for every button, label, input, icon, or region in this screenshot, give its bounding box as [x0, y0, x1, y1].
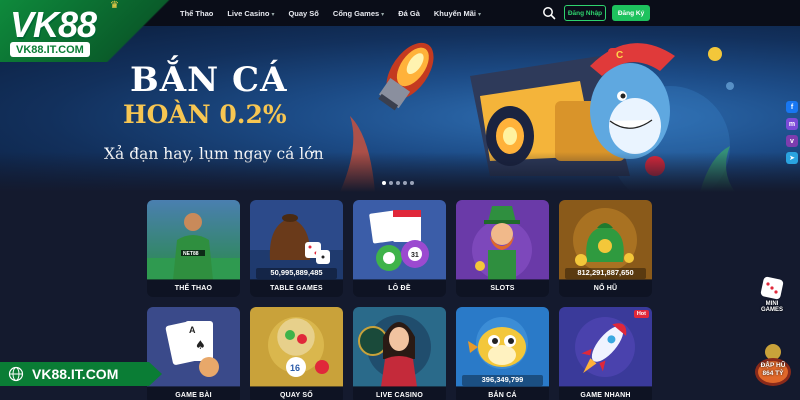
nav-item-quay-so[interactable]: Quay Số — [288, 9, 318, 18]
lottery-balls-image: 31 — [353, 200, 446, 280]
jackpot-counter: 50,995,889,485 — [256, 268, 337, 279]
dap-hu-label: ĐẬP HŨ 864 TỶ — [750, 362, 796, 378]
nav-item-live-casino[interactable]: Live Casino ▾ — [227, 9, 274, 18]
messenger-icon[interactable]: m — [786, 118, 798, 130]
globe-icon — [8, 366, 24, 382]
site-url-bar: VK88.IT.COM — [0, 362, 162, 386]
carousel-dot[interactable] — [396, 181, 400, 185]
svg-text:16: 16 — [290, 363, 300, 373]
nav-item-cong-games[interactable]: Cổng Games ▾ — [333, 9, 384, 18]
logo-url-badge: VK88.IT.COM — [10, 42, 90, 57]
register-button[interactable]: Đăng Ký — [612, 5, 650, 21]
login-button[interactable]: Đăng Nhập — [564, 5, 606, 21]
jackpot-counter: 812,291,887,650 — [565, 268, 646, 279]
nav-label: Cổng Games — [332, 8, 380, 18]
leprechaun-image — [456, 200, 549, 280]
game-card-table-games[interactable]: 50,995,889,485 TABLE GAMES — [250, 200, 343, 297]
live-dealer-image — [353, 307, 446, 387]
game-card-live-casino[interactable]: LIVE CASINO — [353, 307, 446, 400]
chevron-down-icon: ▾ — [271, 11, 275, 18]
nav-item-khuyen-mai[interactable]: Khuyến Mãi ▾ — [434, 9, 481, 18]
dap-hu-amount: 864 TỶ — [762, 370, 784, 377]
game-card-label: THỂ THAO — [147, 279, 240, 297]
carousel-dot[interactable] — [403, 181, 407, 185]
banner-tagline: Xả đạn hay, lụm ngay cá lớn — [104, 145, 324, 163]
game-card-game-bai[interactable]: A ♠ GAME BÀI — [147, 307, 240, 400]
jackpot-counter: 396,349,799 — [462, 375, 543, 386]
banner-title: BẮN CÁ — [130, 60, 288, 100]
logo-text: VK88 — [10, 4, 97, 45]
nav-label: Khuyến Mãi — [433, 8, 476, 18]
svg-text:31: 31 — [411, 252, 419, 259]
site-url-text: VK88.IT.COM — [32, 366, 119, 382]
svg-text:A: A — [189, 325, 196, 335]
telegram-icon[interactable]: ➤ — [786, 152, 798, 164]
shark-cannon-illustration: C — [340, 42, 735, 192]
playing-cards-image: A ♠ — [147, 307, 240, 387]
carousel-dot[interactable] — [389, 181, 393, 185]
game-card-label: LÔ ĐỀ — [353, 279, 446, 297]
chevron-down-icon: ▾ — [381, 11, 385, 18]
game-card-label: BẮN CÁ — [456, 386, 549, 400]
svg-text:♠: ♠ — [195, 338, 206, 352]
search-icon[interactable] — [542, 6, 556, 20]
football-player-image: NET88 — [147, 200, 240, 280]
crown-icon: ♛ — [110, 0, 119, 11]
nav-menu: Thể Thao Live Casino ▾ Quay Số Cổng Games… — [180, 0, 481, 26]
rocket-image — [559, 307, 652, 387]
viber-icon[interactable]: v — [786, 135, 798, 147]
facebook-icon[interactable]: f — [786, 101, 798, 113]
hot-badge: Hot — [633, 310, 649, 318]
game-card-ban-ca[interactable]: 396,349,799 BẮN CÁ — [456, 307, 549, 400]
chevron-down-icon: ▾ — [477, 11, 481, 18]
game-card-label: LIVE CASINO — [353, 386, 446, 400]
game-card-label: SLOTS — [456, 279, 549, 297]
nav-item-the-thao[interactable]: Thể Thao — [180, 9, 213, 18]
game-card-label: TABLE GAMES — [250, 279, 343, 297]
game-card-game-nhanh[interactable]: Hot GAME NHANH — [559, 307, 652, 400]
nav-label: Thể Thao — [180, 8, 214, 18]
nav-label: Live Casino — [227, 8, 270, 18]
nav-item-da-ga[interactable]: Đá Gà — [398, 9, 420, 18]
game-card-label: GAME BÀI — [147, 386, 240, 400]
banner-subtitle: HOÀN 0.2% — [123, 100, 287, 129]
game-card-no-hu[interactable]: 812,291,887,650 NỔ HŨ — [559, 200, 652, 297]
mini-games-widget[interactable]: MINI GAMES — [754, 276, 790, 313]
nav-label: Quay Số — [288, 8, 319, 18]
lottery-machine-image: 16 — [250, 307, 343, 387]
dap-hu-widget[interactable]: ĐẬP HŨ 864 TỶ — [750, 342, 796, 388]
game-card-quay-so[interactable]: 16 QUAY SỐ — [250, 307, 343, 400]
game-card-label: QUAY SỐ — [250, 386, 343, 400]
game-card-label: NỔ HŨ — [559, 279, 652, 297]
carousel-dots — [382, 181, 414, 185]
svg-text:NET88: NET88 — [183, 251, 199, 257]
game-card-slots[interactable]: SLOTS — [456, 200, 549, 297]
game-card-lo-de[interactable]: 31 LÔ ĐỀ — [353, 200, 446, 297]
carousel-dot[interactable] — [410, 181, 414, 185]
dap-hu-line1: ĐẬP HŨ — [760, 362, 786, 369]
game-card-the-thao[interactable]: NET88 THỂ THAO — [147, 200, 240, 297]
carousel-dot[interactable] — [382, 181, 386, 185]
game-card-label: GAME NHANH — [559, 386, 652, 400]
nav-label: Đá Gà — [398, 8, 420, 18]
mini-games-label: MINI GAMES — [760, 301, 783, 313]
svg-text:C: C — [616, 50, 623, 61]
